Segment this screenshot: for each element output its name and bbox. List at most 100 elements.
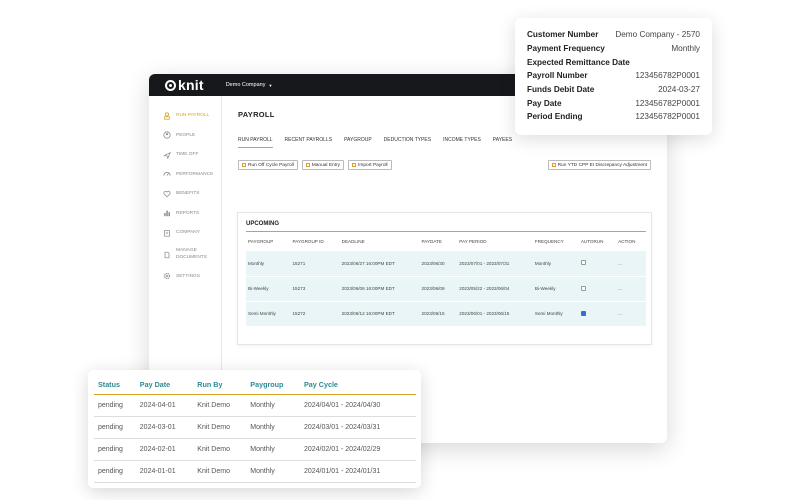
import-icon (352, 163, 357, 167)
column-header: PAYDATE (421, 238, 442, 244)
sidebar-item-manage-documents[interactable]: MANAGE DOCUMENTS (149, 243, 221, 267)
gear-icon (163, 272, 171, 280)
cell-paygroup: Monthly (246, 251, 291, 277)
info-key: Payroll Number (527, 71, 588, 81)
cell-paygroup-id: 15271 (290, 251, 340, 277)
cell-status: pending (94, 394, 136, 417)
sidebar-item-label: TIME OFF (176, 152, 199, 158)
cell-pay-date: 2024-04-01 (135, 394, 194, 417)
sidebar-item-time-off[interactable]: TIME OFF (149, 145, 221, 165)
stage: knit Demo Company ▼ RUN PAYROLL PEOPLE T… (0, 0, 800, 500)
cell-pay-cycle: 2024/04/01 - 2024/04/30 (299, 394, 416, 417)
table-row[interactable]: pending 2024-04-01 Knit Demo Monthly 202… (94, 394, 416, 417)
cell-paydate: 2023/06/09 (419, 276, 458, 302)
action-bar: Run Off Cycle Payroll Manual Entry Impor… (238, 160, 651, 170)
cell-pay-date: 2024-02-01 (135, 438, 194, 461)
button-label: Import Payroll (358, 162, 388, 168)
cell-paygroup: Semi Monthly (246, 301, 291, 327)
cell-deadline: 2023/06/27 16:00PM EDT (339, 251, 420, 277)
cell-pay-period: 2023/06/01 - 2023/06/15 (457, 301, 533, 327)
column-header: Pay Cycle (299, 380, 416, 395)
cell-pay-period: 2023/05/22 - 2023/06/04 (457, 276, 533, 302)
table-row[interactable]: pending 2024-03-01 Knit Demo Monthly 202… (94, 416, 416, 439)
cell-pay-period: 2023/07/01 - 2023/07/31 (457, 251, 533, 277)
sidebar-item-label-line2: DOCUMENTS (176, 254, 207, 260)
cell-paygroup-id: 15272 (290, 301, 340, 327)
run-off-cycle-payroll-button[interactable]: Run Off Cycle Payroll (238, 160, 298, 170)
table-row[interactable]: pending 2024-02-01 Knit Demo Monthly 202… (94, 438, 416, 461)
manual-entry-button[interactable]: Manual Entry (301, 160, 345, 170)
info-row: Pay Date 123456782P0001 (527, 96, 700, 110)
sidebar-item-settings[interactable]: SETTINGS (149, 267, 221, 287)
tab-recent-payrolls[interactable]: RECENT PAYROLLS (285, 137, 333, 148)
column-header: FREQUENCY (534, 238, 564, 244)
upcoming-card: UPCOMING PAYGROUP PAYGROUP ID DEADLINE P… (237, 212, 652, 345)
tab-payees[interactable]: PAYEES (493, 137, 512, 148)
payroll-icon (242, 163, 246, 167)
row-action-menu[interactable]: ... (616, 301, 646, 327)
cell-frequency: Monthly (532, 251, 579, 277)
column-header: DEADLINE (341, 238, 365, 244)
sidebar-item-run-payroll[interactable]: RUN PAYROLL (149, 106, 221, 126)
cell-pay-cycle: 2024/01/01 - 2024/01/31 (299, 460, 416, 483)
cell-frequency: Semi Monthly (532, 301, 579, 327)
autorun-checkbox[interactable] (580, 285, 586, 291)
tab-deduction-types[interactable]: DEDUCTION TYPES (384, 137, 431, 148)
payroll-icon (163, 112, 171, 120)
table-header-row: PAYGROUP PAYGROUP ID DEADLINE PAYDATE PA… (246, 232, 646, 251)
info-value: 123456782P0001 (635, 98, 700, 108)
row-action-menu[interactable]: ... (616, 251, 646, 277)
table-row[interactable]: Semi Monthly 15272 2023/06/12 16:00PM ED… (246, 301, 646, 327)
info-value: 123456782P0001 (635, 71, 700, 81)
column-header: PAY PERIOD (459, 238, 487, 244)
sidebar-item-company[interactable]: COMPANY (149, 223, 221, 243)
sidebar-item-benefits[interactable]: BENEFITS (149, 184, 221, 204)
sidebar-item-people[interactable]: PEOPLE (149, 126, 221, 146)
adjustment-icon (551, 163, 556, 167)
import-payroll-button[interactable]: Import Payroll (348, 160, 392, 170)
plane-icon (163, 151, 171, 159)
info-key: Expected Remittance Date (527, 57, 630, 67)
info-value: 123456782P0001 (635, 112, 700, 122)
autorun-checkbox[interactable] (580, 310, 586, 316)
info-row: Funds Debit Date 2024-03-27 (527, 83, 700, 97)
cell-run-by: Knit Demo (193, 438, 247, 461)
autorun-checkbox[interactable] (580, 260, 586, 266)
info-value: Demo Company - 2570 (615, 30, 700, 40)
knit-logo[interactable]: knit (165, 77, 204, 93)
sidebar-item-label: MANAGE DOCUMENTS (176, 248, 207, 261)
tab-income-types[interactable]: INCOME TYPES (443, 137, 481, 148)
logo-icon (165, 79, 176, 91)
pay-history-card: Status Pay Date Run By Paygroup Pay Cycl… (88, 370, 421, 488)
sidebar-item-label: COMPANY (176, 230, 200, 236)
tab-paygroup[interactable]: PAYGROUP (344, 137, 372, 148)
cell-paygroup: Monthly (246, 438, 300, 461)
logo-text: knit (178, 77, 204, 93)
column-header: PAYGROUP (248, 238, 274, 244)
cell-paygroup: Bi-Weekly (246, 276, 291, 302)
table-header-row: Status Pay Date Run By Paygroup Pay Cycl… (94, 380, 416, 395)
cell-autorun (578, 276, 617, 302)
company-select[interactable]: Demo Company ▼ (226, 82, 273, 88)
column-header: ACTION (618, 238, 636, 244)
table-row[interactable]: Monthly 15271 2023/06/27 16:00PM EDT 202… (246, 251, 646, 277)
tab-run-payroll[interactable]: RUN PAYROLL (238, 137, 273, 148)
info-row: Payroll Number 123456782P0001 (527, 69, 700, 83)
table-row[interactable]: Bi-Weekly 15273 2023/06/06 16:00PM EDT 2… (246, 276, 646, 302)
table-row[interactable]: pending 2024-01-01 Knit Demo Monthly 202… (94, 460, 416, 483)
info-key: Funds Debit Date (527, 85, 595, 95)
run-ytd-adjustment-button[interactable]: Run YTD CPP EI Discrepancy Adjustment (547, 160, 651, 170)
cell-autorun (578, 251, 617, 277)
info-row: Customer Number Demo Company - 2570 (527, 28, 700, 42)
column-header: PAYGROUP ID (292, 238, 324, 244)
row-action-menu[interactable]: ... (616, 276, 646, 302)
cell-pay-cycle: 2024/03/01 - 2024/03/31 (299, 416, 416, 439)
sidebar-item-performance[interactable]: PERFORMANCE (149, 165, 221, 185)
info-value: Monthly (671, 44, 700, 54)
sidebar-item-reports[interactable]: REPORTS (149, 204, 221, 224)
button-label: Run YTD CPP EI Discrepancy Adjustment (557, 162, 647, 168)
heart-icon (163, 190, 171, 198)
company-icon (163, 229, 171, 237)
sidebar-item-label: SETTINGS (176, 273, 200, 279)
customer-info-card: Customer Number Demo Company - 2570 Paym… (515, 18, 712, 135)
